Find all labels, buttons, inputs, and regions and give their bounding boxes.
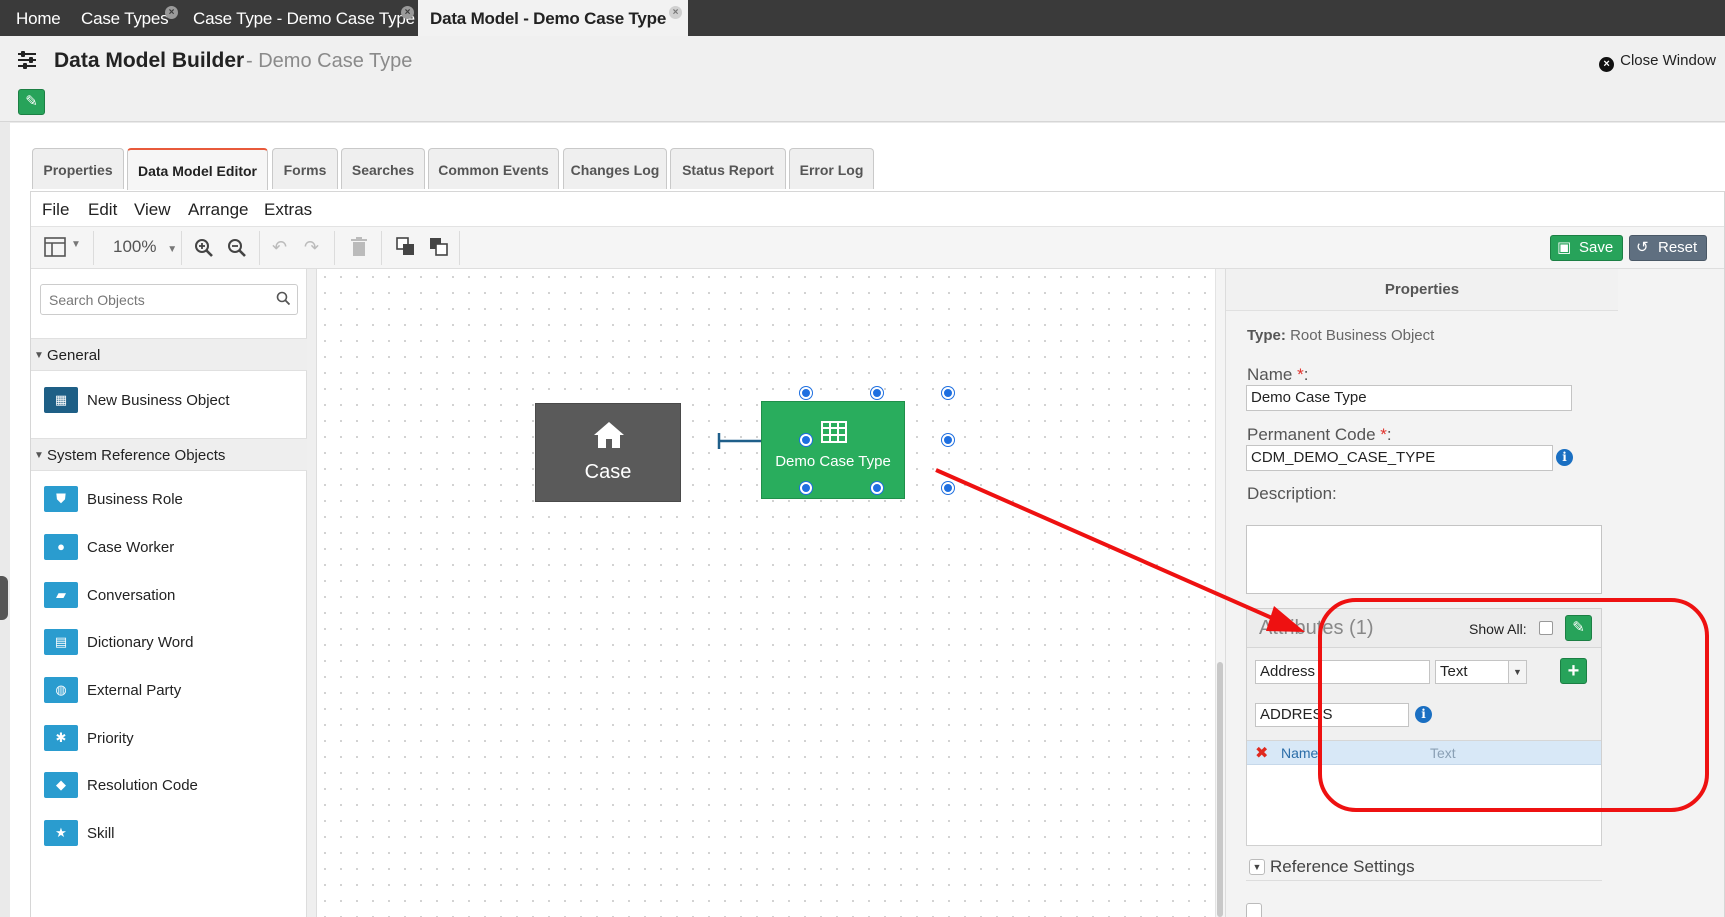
resize-handle[interactable] <box>800 387 812 399</box>
resize-handle[interactable] <box>871 482 883 494</box>
table-icon <box>821 421 847 443</box>
demo-case-type-node[interactable]: Demo Case Type <box>761 401 905 499</box>
resize-handle[interactable] <box>800 482 812 494</box>
resize-handle[interactable] <box>942 434 954 446</box>
left-edge-handle[interactable] <box>0 576 8 620</box>
resize-handle[interactable] <box>942 482 954 494</box>
resize-handle[interactable] <box>942 387 954 399</box>
resize-handle[interactable] <box>800 434 812 446</box>
resize-handle[interactable] <box>871 387 883 399</box>
